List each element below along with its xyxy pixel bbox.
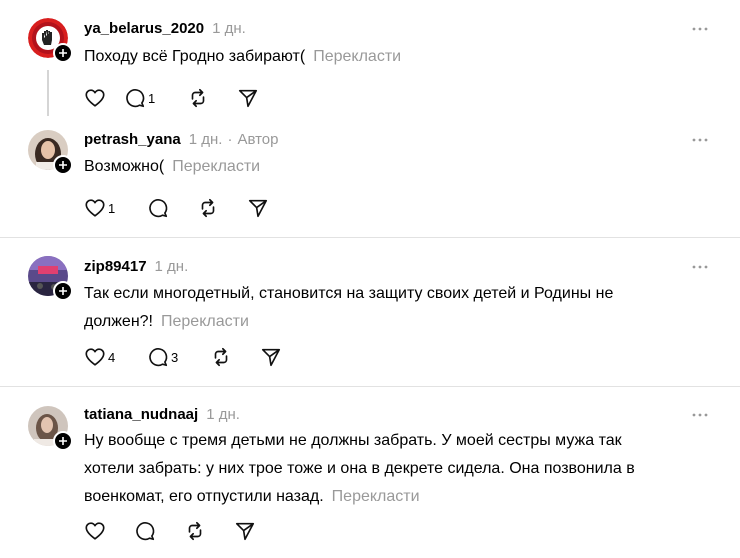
like-count: 1 — [108, 200, 116, 216]
send-icon — [238, 89, 258, 108]
repost-button[interactable] — [210, 345, 260, 369]
reply-button[interactable] — [147, 196, 197, 220]
like-button[interactable] — [84, 519, 134, 543]
post-text-line: должен?! — [84, 313, 153, 330]
more-dots-icon[interactable] — [690, 23, 710, 35]
username[interactable]: ya_belarus_2020 — [84, 20, 204, 37]
send-icon — [248, 199, 268, 218]
translate-link[interactable]: Перекласти — [313, 48, 401, 65]
like-button[interactable]: 4 — [84, 345, 147, 369]
separator-dot: · — [227, 131, 233, 148]
reply-button[interactable] — [134, 519, 184, 543]
post-text-content: Походу всё Гродно забирают( — [84, 48, 306, 65]
like-button[interactable]: 1 — [84, 196, 147, 220]
avatar[interactable] — [28, 18, 73, 63]
comment-icon — [136, 522, 155, 541]
follow-plus-icon[interactable] — [53, 281, 73, 301]
reply-button[interactable]: 1 — [124, 86, 187, 110]
like-button[interactable] — [84, 86, 124, 110]
heart-icon — [85, 348, 105, 366]
heart-icon — [85, 199, 105, 217]
post-text-line: Ну вообще с тремя детьми не должны забра… — [84, 432, 622, 449]
post-text-line: военкомат, его отпустили назад. — [84, 488, 324, 505]
post-zip89417: zip89417 1 дн. Так если многодетный, ста… — [0, 238, 740, 386]
username[interactable]: petrash_yana — [84, 131, 181, 148]
avatar[interactable] — [28, 130, 73, 175]
post-petrash-yana: petrash_yana 1 дн. · Автор Возможно( Пере… — [0, 120, 740, 237]
repost-button[interactable] — [197, 196, 247, 220]
follow-plus-icon[interactable] — [53, 155, 73, 175]
post-text-line: хотели забрать: у них трое тоже и она в … — [84, 460, 635, 477]
more-dots-icon[interactable] — [690, 409, 710, 421]
repost-button[interactable] — [184, 519, 234, 543]
timestamp[interactable]: 1 дн. — [155, 258, 189, 275]
more-dots-icon[interactable] — [690, 134, 710, 146]
post-text: Возможно( Перекласти — [84, 153, 260, 181]
follow-plus-icon[interactable] — [53, 431, 73, 451]
send-icon — [235, 522, 255, 541]
share-button[interactable] — [260, 345, 282, 369]
follow-plus-icon[interactable] — [53, 43, 73, 63]
repost-icon — [214, 347, 228, 367]
translate-link[interactable]: Перекласти — [332, 488, 420, 505]
thread-line — [47, 70, 49, 116]
translate-link[interactable]: Перекласти — [172, 158, 260, 175]
share-button[interactable] — [234, 519, 256, 543]
timestamp[interactable]: 1 дн. — [189, 131, 223, 148]
username[interactable]: tatiana_nudnaaj — [84, 406, 198, 423]
send-icon — [261, 348, 281, 367]
timestamp[interactable]: 1 дн. — [212, 20, 246, 37]
heart-icon — [85, 89, 105, 107]
timestamp[interactable]: 1 дн. — [206, 406, 240, 423]
post-text: Походу всё Гродно забирают( Перекласти — [84, 43, 401, 71]
repost-icon — [191, 88, 205, 108]
like-count: 4 — [108, 349, 116, 365]
author-badge: Автор — [237, 131, 279, 148]
avatar[interactable] — [28, 256, 73, 301]
comment-icon — [126, 89, 145, 108]
reply-button[interactable]: 3 — [147, 345, 210, 369]
post-tatiana-nudnaaj: tatiana_nudnaaj 1 дн. Ну вообще с тремя … — [0, 387, 740, 558]
post-text-content: Возможно( — [84, 158, 165, 175]
translate-link[interactable]: Перекласти — [161, 313, 249, 330]
post-ya-belarus: ya_belarus_2020 1 дн. Походу всё Гродно … — [0, 0, 740, 120]
avatar[interactable] — [28, 406, 73, 451]
repost-button[interactable] — [187, 86, 237, 110]
post-text: Так если многодетный, становится на защи… — [84, 280, 613, 336]
share-button[interactable] — [247, 196, 269, 220]
reply-count: 1 — [148, 90, 156, 106]
repost-icon — [188, 521, 202, 541]
post-text-line: Так если многодетный, становится на защи… — [84, 285, 614, 302]
repost-icon — [201, 198, 215, 218]
heart-icon — [85, 522, 105, 540]
post-text: Ну вообще с тремя детьми не должны забра… — [84, 427, 635, 511]
reply-count: 3 — [171, 349, 179, 365]
username[interactable]: zip89417 — [84, 258, 147, 275]
share-button[interactable] — [237, 86, 259, 110]
comment-icon — [149, 199, 168, 218]
comment-icon — [149, 348, 168, 367]
more-dots-icon[interactable] — [690, 261, 710, 273]
